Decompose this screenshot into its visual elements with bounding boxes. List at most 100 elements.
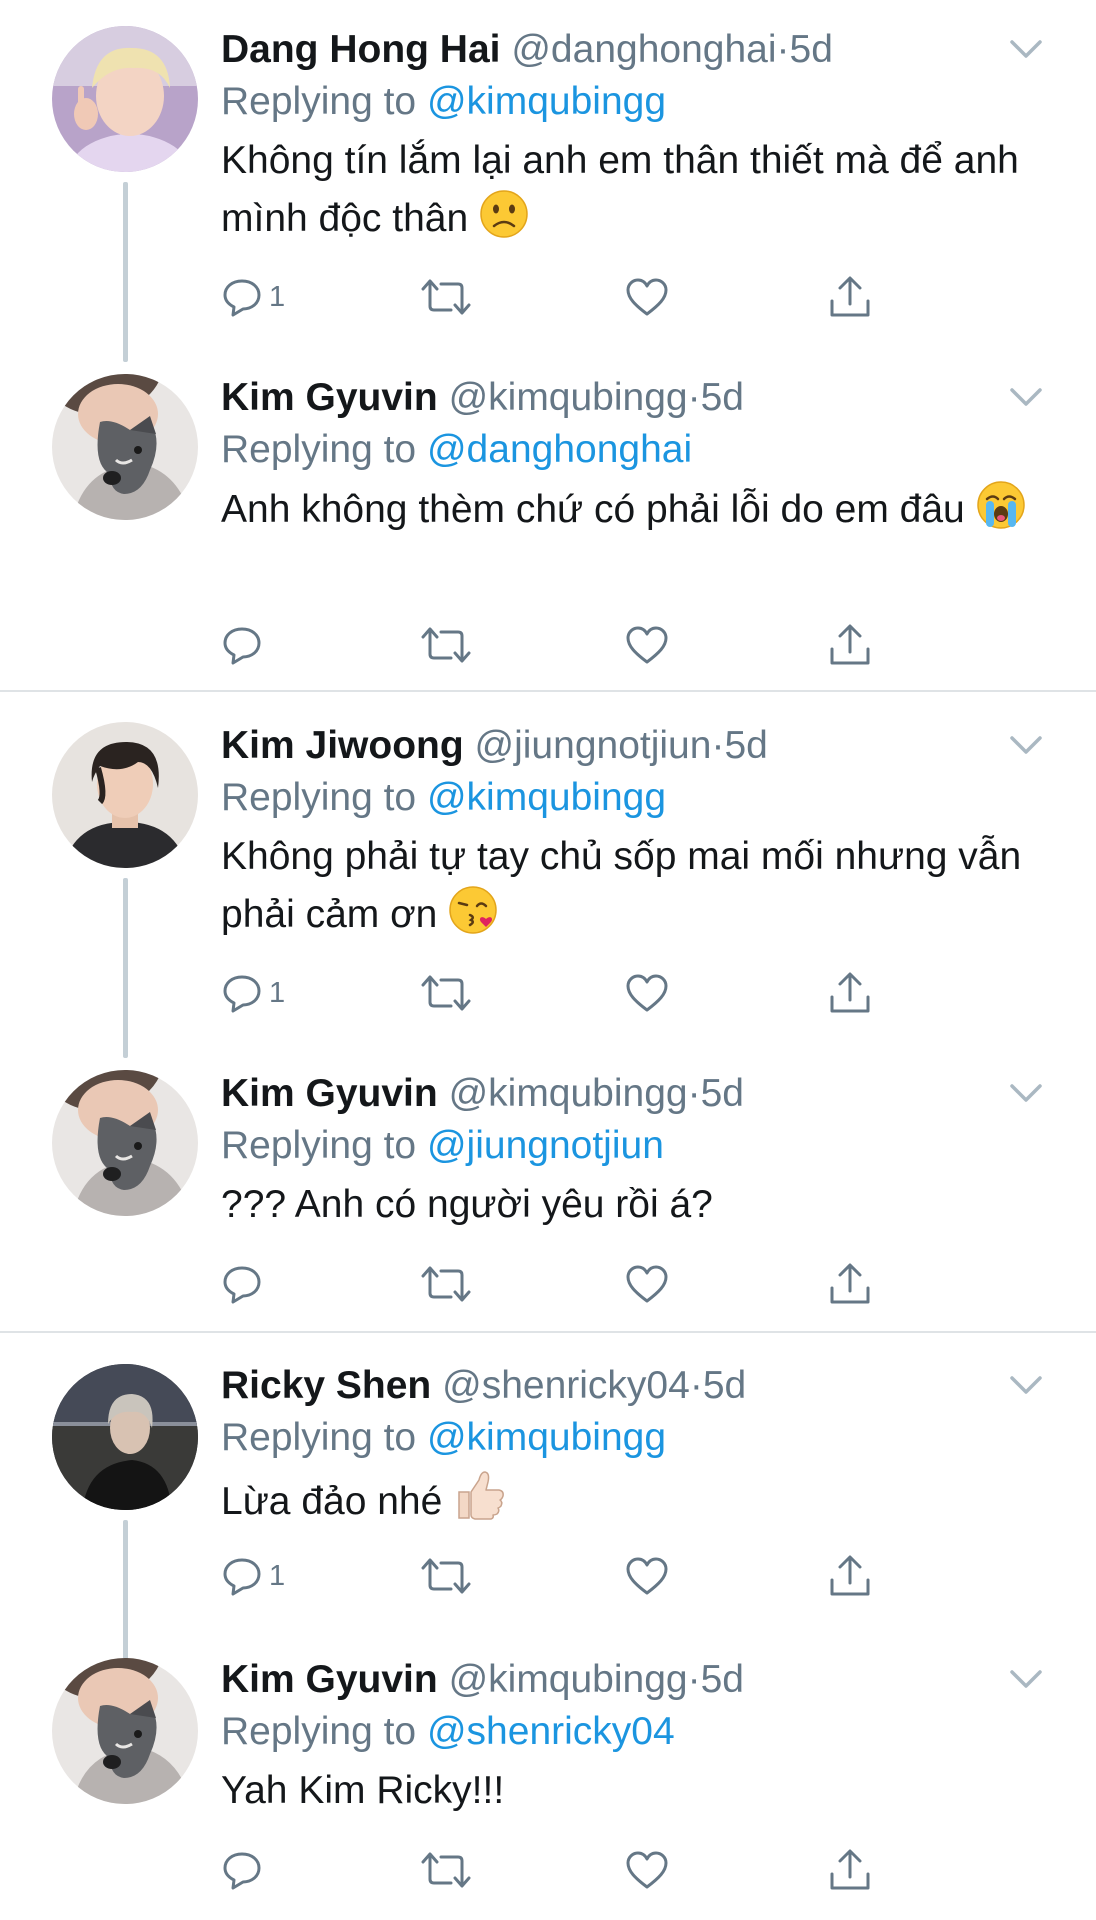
display-name[interactable]: Kim Gyuvin [221, 376, 438, 419]
tweet-body: Anh không thèm chứ có phải lỗi do em đâu [221, 488, 965, 531]
dark-hair-man-avatar-icon [52, 722, 198, 868]
tweet-body: Yah Kim Ricky!!! [221, 1769, 505, 1812]
avatar[interactable] [52, 1070, 198, 1216]
timestamp[interactable]: 5d [790, 28, 833, 71]
share-button[interactable] [828, 1546, 872, 1606]
face-blowing-kiss-icon [449, 886, 497, 934]
avatar[interactable] [52, 1364, 198, 1510]
like-button[interactable] [625, 267, 669, 327]
like-button[interactable] [625, 1254, 669, 1314]
reply-count: 1 [269, 976, 286, 1009]
tweet-header: Kim Gyuvin @kimqubingg·5d [221, 1652, 744, 1708]
heart-icon [626, 1851, 668, 1889]
share-button[interactable] [828, 1840, 872, 1900]
reply-button[interactable] [221, 1254, 269, 1314]
tweet-body: Không tín lắm lại anh em thân thiết mà đ… [221, 139, 1019, 240]
display-name[interactable]: Dang Hong Hai [221, 28, 501, 71]
tweet-body: ??? Anh có người yêu rồi á? [221, 1183, 713, 1226]
tweet-header: Dang Hong Hai @danghonghai·5d [221, 22, 833, 78]
like-button[interactable] [625, 963, 669, 1023]
user-handle[interactable]: @kimqubingg [449, 376, 688, 419]
separator-dot: · [687, 376, 701, 419]
reply-button[interactable] [221, 615, 269, 675]
user-handle[interactable]: @jiungnotjiun [475, 724, 712, 767]
replying-to: Replying to @shenricky04 [221, 1704, 675, 1760]
chevron-down-icon[interactable] [1006, 1078, 1046, 1108]
display-name[interactable]: Kim Jiwoong [221, 724, 464, 767]
share-icon [830, 276, 870, 317]
like-button[interactable] [625, 1840, 669, 1900]
retweet-button[interactable] [421, 1546, 471, 1606]
timestamp[interactable]: 5d [703, 1364, 746, 1407]
share-button[interactable] [828, 1254, 872, 1314]
avatar[interactable] [52, 374, 198, 520]
replying-to: Replying to @danghonghai [221, 422, 692, 478]
mention-link[interactable]: @kimqubingg [427, 80, 666, 123]
mention-link[interactable]: @jiungnotjiun [427, 1124, 664, 1167]
retweet-button[interactable] [421, 1840, 471, 1900]
replying-to: Replying to @jiungnotjiun [221, 1118, 664, 1174]
display-name[interactable]: Kim Gyuvin [221, 1072, 438, 1115]
replying-to: Replying to @kimqubingg [221, 1410, 666, 1466]
chevron-down-icon[interactable] [1006, 1664, 1046, 1694]
heart-icon [626, 278, 668, 316]
reply-button[interactable]: 1 [221, 1546, 285, 1606]
retweet-button[interactable] [421, 615, 471, 675]
user-handle[interactable]: @kimqubingg [449, 1658, 688, 1701]
heart-icon [626, 626, 668, 664]
avatar[interactable] [52, 722, 198, 868]
share-button[interactable] [828, 267, 872, 327]
display-name[interactable]: Kim Gyuvin [221, 1658, 438, 1701]
retweet-button[interactable] [421, 963, 471, 1023]
retweet-button[interactable] [421, 267, 471, 327]
tweet-body: Lừa đảo nhé [221, 1480, 443, 1523]
man-with-dog-avatar-icon [52, 374, 198, 520]
heart-icon [626, 974, 668, 1012]
replying-to: Replying to @kimqubingg [221, 770, 666, 826]
separator-dot: · [711, 724, 725, 767]
share-button[interactable] [828, 615, 872, 675]
reply-icon [223, 1558, 261, 1596]
divider [0, 690, 1096, 692]
mention-link[interactable]: @kimqubingg [427, 776, 666, 819]
tweet-text: Không phải tự tay chủ sốp mai mối nhưng … [221, 828, 1051, 943]
reply-button[interactable]: 1 [221, 267, 285, 327]
reply-button[interactable] [221, 1840, 269, 1900]
retweet-icon [421, 279, 471, 315]
tweet-text: Yah Kim Ricky!!! [221, 1762, 1051, 1819]
tweet-text: Anh không thèm chứ có phải lỗi do em đâu [221, 480, 1051, 538]
retweet-icon [421, 1266, 471, 1302]
mention-link[interactable]: @danghonghai [427, 428, 692, 471]
like-button[interactable] [625, 615, 669, 675]
retweet-button[interactable] [421, 1254, 471, 1314]
user-handle[interactable]: @kimqubingg [449, 1072, 688, 1115]
user-handle[interactable]: @shenricky04 [442, 1364, 690, 1407]
reply-button[interactable]: 1 [221, 963, 285, 1023]
man-with-dog-avatar-icon [52, 1658, 198, 1804]
tweet-actions [221, 1254, 1041, 1314]
avatar[interactable] [52, 26, 198, 172]
share-icon [830, 1263, 870, 1304]
chevron-down-icon[interactable] [1006, 382, 1046, 412]
reply-icon [223, 1266, 261, 1304]
timestamp[interactable]: 5d [724, 724, 767, 767]
user-handle[interactable]: @danghonghai [511, 28, 776, 71]
display-name[interactable]: Ricky Shen [221, 1364, 431, 1407]
blonde-man-avatar-icon [52, 26, 198, 172]
mention-link[interactable]: @kimqubingg [427, 1416, 666, 1459]
timestamp[interactable]: 5d [701, 376, 744, 419]
retweet-icon [421, 1558, 471, 1594]
tweet-header: Kim Jiwoong @jiungnotjiun·5d [221, 718, 768, 774]
timestamp[interactable]: 5d [701, 1072, 744, 1115]
mention-link[interactable]: @shenricky04 [427, 1710, 675, 1753]
chevron-down-icon[interactable] [1006, 1370, 1046, 1400]
like-button[interactable] [625, 1546, 669, 1606]
separator-dot: · [689, 1364, 703, 1407]
replying-to-label: Replying to [221, 428, 417, 471]
timestamp[interactable]: 5d [701, 1658, 744, 1701]
replying-to-label: Replying to [221, 776, 417, 819]
chevron-down-icon[interactable] [1006, 730, 1046, 760]
avatar[interactable] [52, 1658, 198, 1804]
chevron-down-icon[interactable] [1006, 34, 1046, 64]
share-button[interactable] [828, 963, 872, 1023]
